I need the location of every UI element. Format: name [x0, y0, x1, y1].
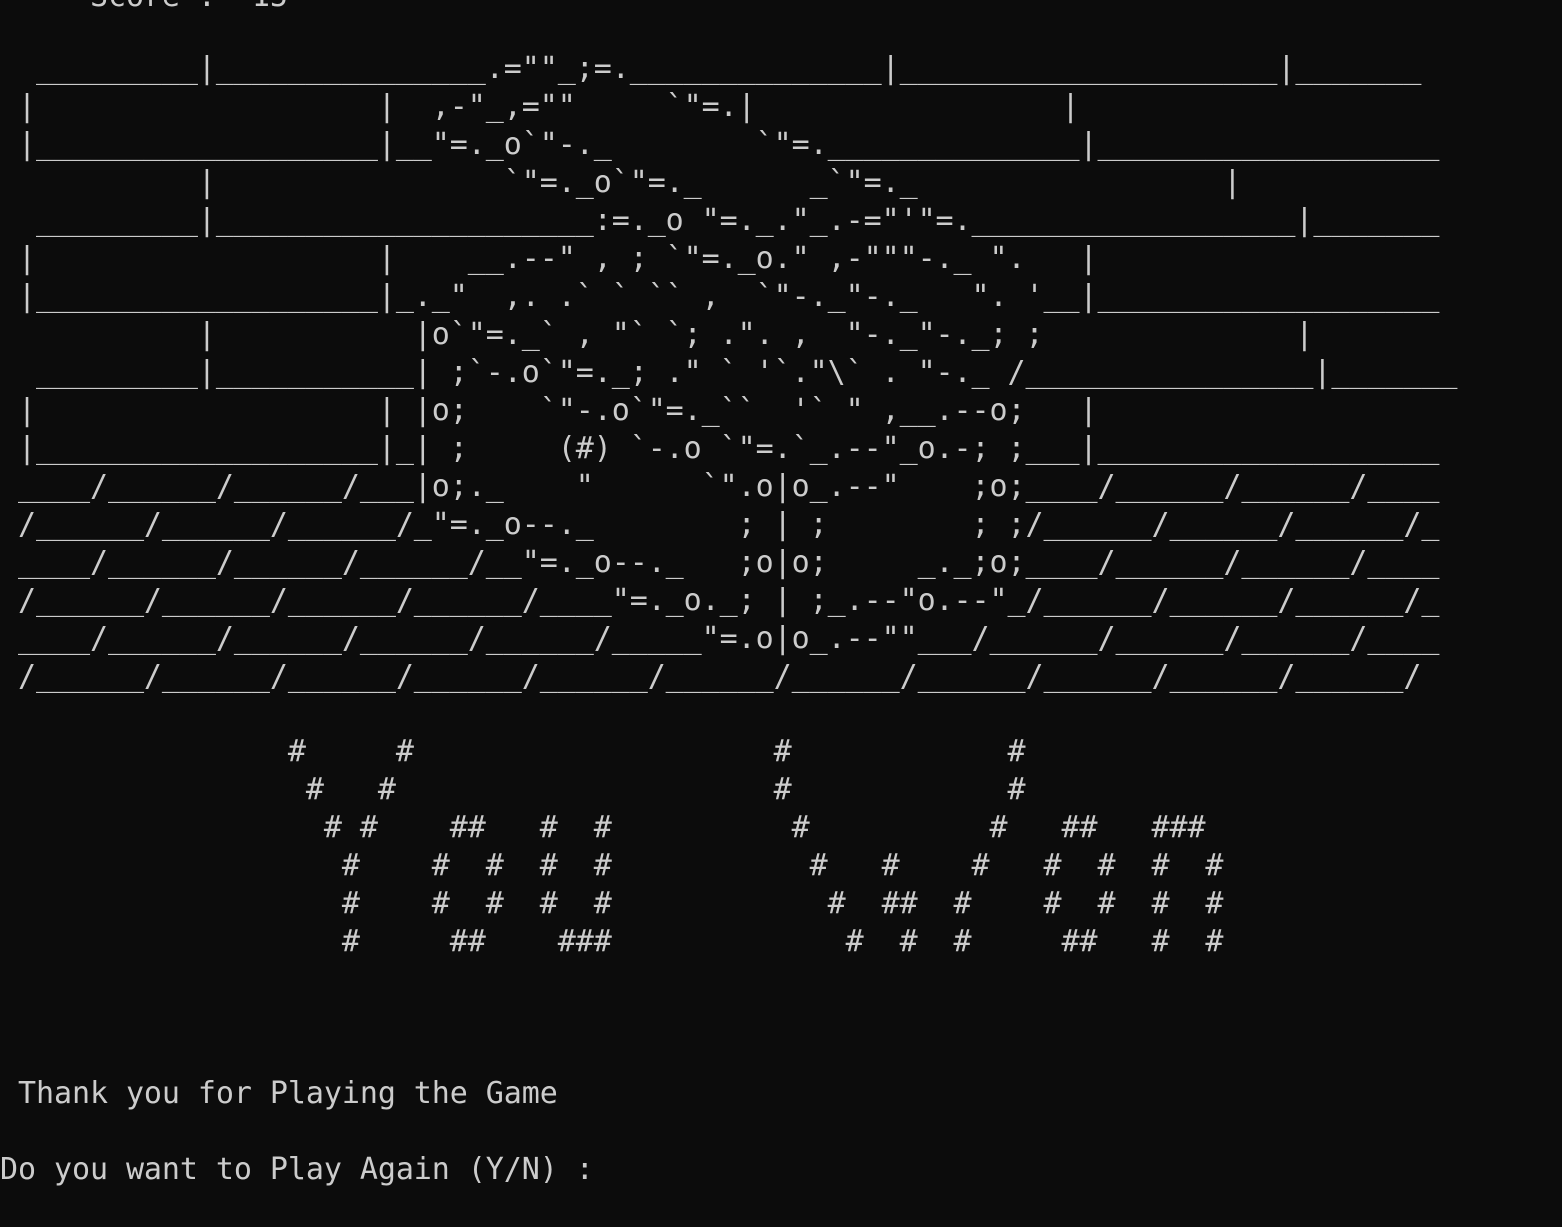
- terminal-window: Score : 15 _________|_______________.=""…: [0, 0, 1562, 1227]
- score-line: Score : 15: [0, 0, 288, 16]
- you-win-ascii-banner: # # # # # # # # # # ## # # # # ## ### # …: [287, 734, 1224, 959]
- castle-ascii-art: _________|_______________.=""_;=._______…: [17, 51, 1458, 694]
- play-again-prompt-line[interactable]: Do you want to Play Again (Y/N) :: [0, 1151, 626, 1189]
- thank-you-message: Thank you for Playing the Game: [0, 1076, 558, 1111]
- play-again-prompt: Do you want to Play Again (Y/N) :: [0, 1152, 612, 1187]
